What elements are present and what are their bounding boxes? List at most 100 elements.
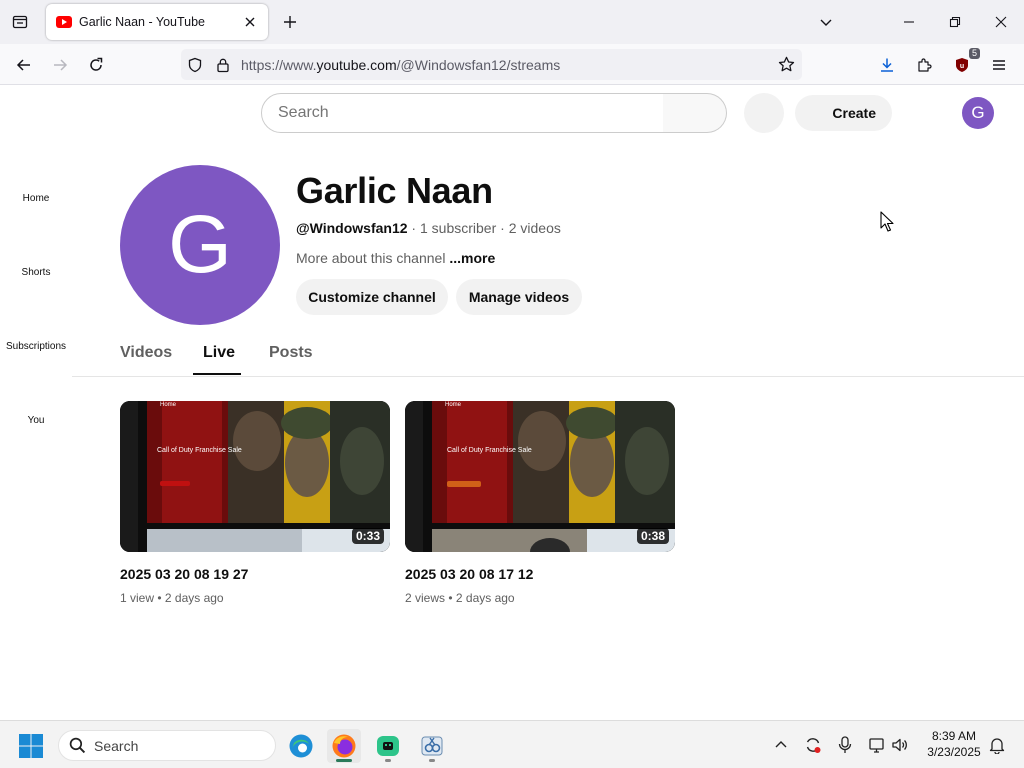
browser-tab-active[interactable]: Garlic Naan - YouTube [46, 4, 268, 40]
browser-navigation-bar: https://www.youtube.com/@Windowsfan12/st… [0, 44, 1024, 85]
customize-channel-label: Customize channel [308, 289, 436, 305]
tab-posts[interactable]: Posts [269, 344, 313, 362]
address-bar[interactable]: https://www.youtube.com/@Windowsfan12/st… [181, 49, 802, 80]
active-app-indicator [336, 759, 352, 762]
search-input[interactable] [278, 104, 663, 122]
reload-button[interactable] [82, 51, 110, 79]
hamburger-menu-icon [993, 60, 1005, 70]
minimize-window-button[interactable] [895, 8, 923, 36]
firefox-browser-icon [332, 734, 356, 758]
browser-tab-title: Garlic Naan - YouTube [79, 15, 206, 29]
windows-taskbar: Search 8:39 AM 3/23/2025 [0, 720, 1024, 768]
reload-icon [90, 57, 103, 71]
video-title[interactable]: 2025 03 20 08 17 12 [405, 566, 533, 582]
tab-live[interactable]: Live [203, 344, 235, 362]
tray-volume-button[interactable] [889, 734, 911, 756]
search-box[interactable] [261, 93, 664, 133]
restore-window-button[interactable] [941, 8, 969, 36]
tray-network-button[interactable] [866, 734, 888, 756]
taskbar-app-chat[interactable] [371, 729, 405, 763]
app-menu-button[interactable] [985, 51, 1013, 79]
channel-avatar[interactable]: G [120, 165, 280, 325]
youtube-favicon-icon [56, 16, 72, 28]
video-thumbnail[interactable]: Call of Duty Franchise Sale Home 0:33 [120, 401, 390, 552]
guide-item-subscriptions[interactable]: Subscriptions [0, 309, 72, 383]
taskbar-app-edge[interactable] [284, 729, 318, 763]
channel-about-text: More about this channel [296, 250, 446, 266]
thumbnail-caption: Call of Duty Franchise Sale [157, 447, 242, 454]
url-prefix: https://www. [241, 56, 317, 73]
firefox-view-button[interactable] [8, 10, 32, 34]
guide-item-label: Home [22, 192, 50, 204]
thumbnail-image: Call of Duty Franchise Sale Home [405, 401, 675, 552]
guide-item-home[interactable]: Home [0, 161, 72, 235]
more-link[interactable]: ...more [449, 250, 495, 266]
tray-sync-icon-button[interactable] [802, 734, 824, 756]
snipping-tool-icon [421, 736, 443, 756]
create-button[interactable]: Create [795, 95, 892, 131]
show-hidden-icons-button[interactable] [770, 734, 792, 756]
manage-videos-label: Manage videos [468, 289, 570, 305]
account-avatar-initial: G [971, 103, 985, 122]
taskbar-search-label: Search [94, 737, 139, 754]
upload-age: 2 days ago [455, 591, 515, 605]
guide-item-shorts[interactable]: Shorts [0, 235, 72, 309]
url-path: /@Windowsfan12/streams [396, 56, 561, 73]
video-title[interactable]: 2025 03 20 08 19 27 [120, 566, 248, 582]
account-avatar[interactable]: G [962, 97, 994, 129]
close-window-button[interactable] [987, 8, 1015, 36]
browser-tab-strip: Garlic Naan - YouTube [0, 0, 1024, 44]
channel-metadata: @Windowsfan12 · 1 subscriber · 2 videos [296, 220, 561, 236]
running-app-indicator [429, 759, 435, 762]
restore-icon [949, 16, 961, 28]
view-count: 1 view [120, 591, 155, 605]
close-tab-button[interactable] [240, 12, 260, 32]
video-count: 2 videos [508, 220, 561, 236]
list-all-tabs-button[interactable] [814, 10, 838, 34]
sync-icon [806, 738, 821, 753]
thumbnail-header: Home [160, 402, 177, 408]
downloads-button[interactable] [873, 51, 901, 79]
taskbar-app-firefox[interactable] [327, 729, 361, 763]
manage-videos-button[interactable]: Manage videos [456, 279, 582, 315]
mouse-cursor-icon [880, 211, 894, 232]
taskbar-search-box[interactable]: Search [58, 730, 276, 761]
start-button[interactable] [18, 733, 44, 759]
puzzle-piece-icon [918, 58, 932, 72]
guide-item-label: You [27, 414, 45, 426]
channel-description[interactable]: More about this channel ...more [296, 250, 495, 266]
guide-item-label: Subscriptions [5, 340, 67, 352]
system-clock[interactable]: 8:39 AM 3/23/2025 [918, 728, 990, 760]
notifications-button[interactable] [986, 734, 1008, 756]
forward-button[interactable] [46, 51, 74, 79]
download-icon [881, 58, 893, 72]
search-button[interactable] [663, 93, 727, 133]
tab-videos[interactable]: Videos [120, 344, 172, 362]
bell-icon [989, 738, 1005, 754]
bookmark-button[interactable] [772, 51, 800, 79]
site-info-button[interactable] [209, 51, 237, 79]
green-app-icon [377, 736, 399, 756]
star-icon [778, 56, 794, 72]
tray-microphone-button[interactable] [834, 734, 856, 756]
back-button[interactable] [10, 51, 38, 79]
video-duration: 0:38 [636, 528, 669, 544]
url-host: youtube.com [316, 56, 397, 73]
taskbar-app-snipping[interactable] [415, 729, 449, 763]
new-tab-button[interactable] [278, 10, 302, 34]
upload-age: 2 days ago [164, 591, 224, 605]
video-metadata: 1 view • 2 days ago [120, 591, 224, 605]
meta-separator: · [496, 220, 509, 236]
microphone-icon [838, 736, 852, 753]
extensions-button[interactable] [910, 51, 938, 79]
edge-browser-icon [289, 734, 313, 758]
customize-channel-button[interactable]: Customize channel [296, 279, 448, 315]
shield-icon [188, 57, 202, 72]
guide-item-you[interactable]: You [0, 383, 72, 457]
network-icon [869, 738, 884, 753]
video-thumbnail[interactable]: Call of Duty Franchise Sale Home 0:38 [405, 401, 675, 552]
tracking-protection-button[interactable] [181, 51, 209, 79]
active-tab-indicator [193, 373, 241, 375]
ublock-extension-button[interactable]: u 5 [948, 48, 980, 79]
voice-search-button[interactable] [744, 93, 784, 133]
